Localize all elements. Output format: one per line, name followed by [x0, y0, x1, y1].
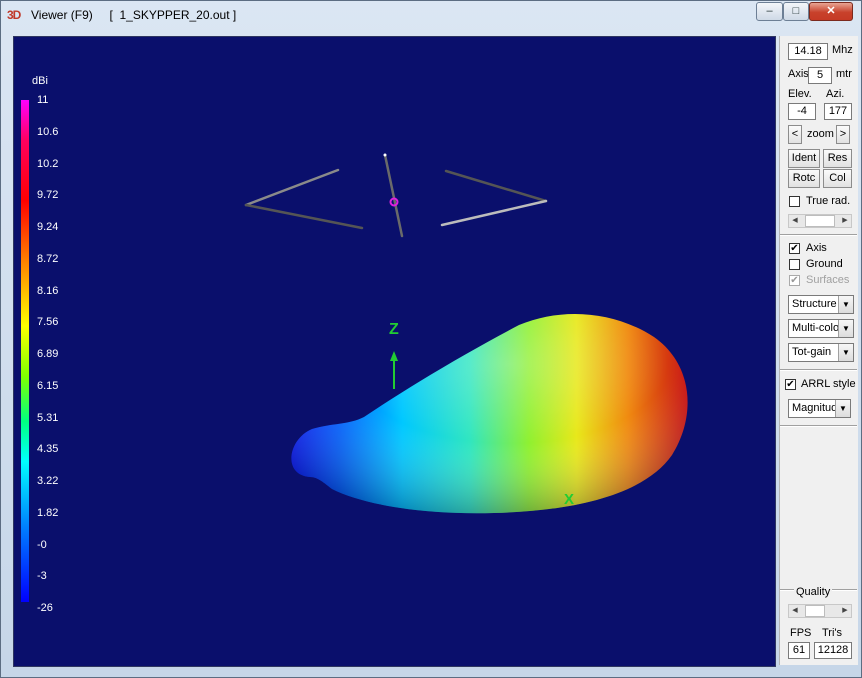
quality-label: Quality: [794, 586, 833, 598]
slider-thumb[interactable]: [805, 215, 835, 227]
antenna-structure: [244, 153, 548, 238]
scroll-right-icon[interactable]: ▶: [839, 605, 851, 617]
divider: [780, 369, 857, 371]
surfaces-label: Surfaces: [806, 274, 850, 286]
fps-label: FPS: [790, 627, 812, 639]
ground-label: Ground: [806, 258, 843, 270]
lobe-shading: [291, 313, 688, 514]
structure-select-value: Structure: [792, 298, 837, 310]
legend-value: 6.15: [37, 379, 59, 392]
legend-value: 8.72: [37, 252, 59, 265]
reset-button[interactable]: Res: [823, 149, 852, 168]
legend-value: 9.72: [37, 189, 59, 202]
control-panel: 14.18 Mhz Axis 5 mtr Elev. Azi. -4 177 <…: [779, 36, 858, 665]
frequency-field[interactable]: 14.18: [788, 43, 828, 60]
legend-value: 10.6: [37, 125, 59, 138]
legend-value: 5.31: [37, 411, 59, 424]
legend-value: 4.35: [37, 443, 59, 456]
app-3d-icon: 3D: [7, 8, 21, 22]
divider: [780, 234, 857, 236]
true-rad-slider[interactable]: ◀ ▶: [788, 214, 852, 228]
window-title: Viewer (F9) [ 1_SKYPPER_20.out ]: [31, 8, 237, 22]
scroll-left-icon[interactable]: ◀: [789, 605, 801, 617]
azimuth-label: Azi.: [826, 88, 845, 100]
minimize-button[interactable]: –: [756, 2, 783, 21]
axis-size-label: Axis: [788, 68, 809, 80]
color-button[interactable]: Col: [823, 169, 852, 188]
tris-label: Tri's: [822, 627, 843, 639]
3d-viewport[interactable]: dBi 11 10.6 10.2 9.72 9.24 8.72 8.16 7.56 6.89 6.…: [13, 36, 776, 667]
axis-checkbox-label: Axis: [806, 242, 827, 254]
ground-checkbox[interactable]: [789, 259, 800, 270]
arrl-style-label: ARRL style: [801, 378, 856, 390]
magnitude-select-value: Magnitud: [792, 402, 838, 414]
legend-value: 9.24: [37, 221, 59, 233]
chevron-down-icon[interactable]: ▼: [838, 320, 853, 337]
rotate-button[interactable]: Rotc: [788, 169, 820, 188]
fps-value: 61: [788, 642, 810, 659]
maximize-button[interactable]: □: [783, 2, 809, 21]
legend-value: 1.82: [37, 506, 59, 519]
legend-value: 10.2: [37, 157, 59, 170]
true-rad-label: True rad.: [806, 195, 851, 207]
divider: [780, 425, 857, 427]
structure-select[interactable]: Structure ▼: [788, 295, 854, 314]
legend-value: -0: [37, 538, 47, 551]
legend-value: 6.89: [37, 348, 59, 360]
zoom-out-button[interactable]: <: [788, 125, 802, 144]
z-axis-label: Z: [389, 321, 399, 338]
axis-size-unit: mtr: [836, 68, 852, 80]
axis-size-field[interactable]: 5: [808, 67, 832, 84]
azimuth-field[interactable]: 177: [824, 103, 852, 120]
scroll-right-icon[interactable]: ▶: [839, 215, 851, 227]
gain-select-value: Tot-gain: [792, 346, 832, 358]
chevron-down-icon[interactable]: ▼: [835, 400, 850, 417]
viewer-window: 3D Viewer (F9) [ 1_SKYPPER_20.out ] – □ …: [0, 0, 862, 678]
legend-value: -3: [37, 570, 47, 583]
chevron-down-icon[interactable]: ▼: [838, 296, 853, 313]
z-axis: [390, 351, 398, 389]
legend-value: 7.56: [37, 316, 59, 329]
legend-unit: dBi: [32, 75, 48, 87]
title-bar[interactable]: 3D Viewer (F9) [ 1_SKYPPER_20.out ] – □ …: [1, 1, 861, 29]
scroll-left-icon[interactable]: ◀: [789, 215, 801, 227]
gain-select[interactable]: Tot-gain ▼: [788, 343, 854, 362]
color-mode-select-value: Multi-colo: [792, 322, 840, 334]
radiation-pattern-scene: [244, 153, 688, 514]
zoom-in-button[interactable]: >: [836, 125, 850, 144]
legend-value: -26: [37, 602, 53, 614]
color-scale-bar: [21, 100, 29, 602]
close-button[interactable]: ✕: [809, 2, 853, 21]
elevation-label: Elev.: [788, 88, 812, 100]
legend-value: 11: [37, 94, 49, 106]
elevation-field[interactable]: -4: [788, 103, 816, 120]
slider-thumb[interactable]: [805, 605, 825, 617]
ident-button[interactable]: Ident: [788, 149, 820, 168]
frequency-unit: Mhz: [832, 44, 853, 56]
legend-value: 3.22: [37, 475, 59, 487]
magnitude-select[interactable]: Magnitud ▼: [788, 399, 851, 418]
color-mode-select[interactable]: Multi-colo ▼: [788, 319, 854, 338]
tris-value: 12128: [814, 642, 852, 659]
x-axis-label: X: [564, 491, 575, 508]
axis-checkbox[interactable]: ✔: [789, 243, 800, 254]
quality-slider[interactable]: ◀ ▶: [788, 604, 852, 618]
arrl-style-checkbox[interactable]: ✔: [785, 379, 796, 390]
surfaces-checkbox: ✔: [789, 275, 800, 286]
zoom-label: zoom: [807, 128, 834, 140]
legend-value: 8.16: [37, 284, 59, 297]
chevron-down-icon[interactable]: ▼: [838, 344, 853, 361]
true-rad-checkbox[interactable]: [789, 196, 800, 207]
